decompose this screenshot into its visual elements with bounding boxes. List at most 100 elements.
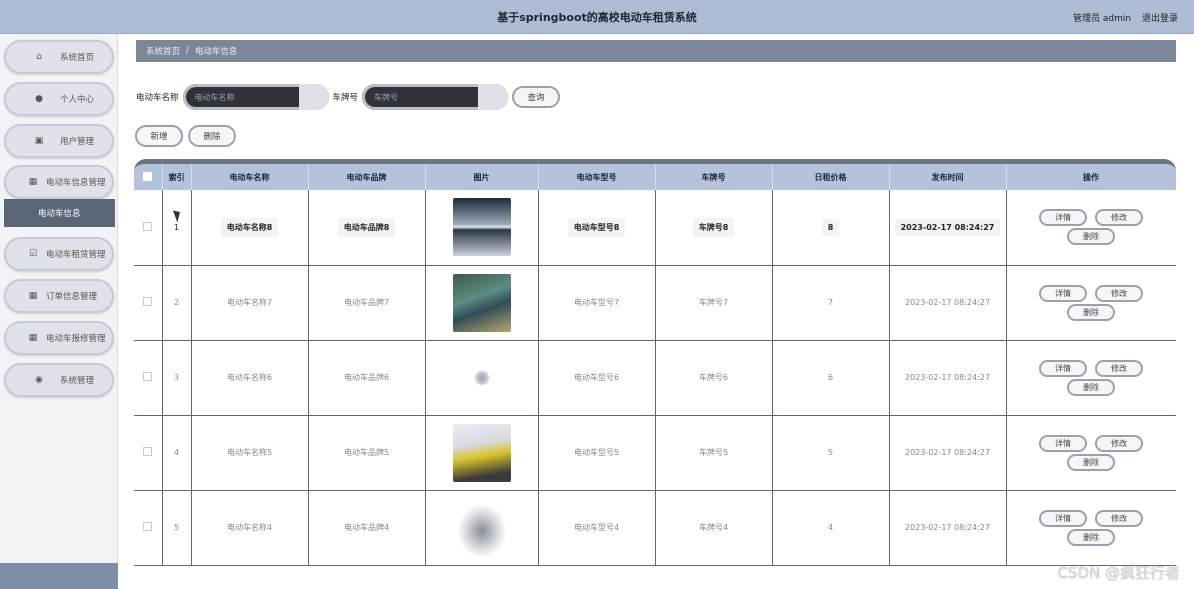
model-cell: 电动车型号6: [538, 340, 656, 416]
edit-button[interactable]: 修改: [1095, 284, 1143, 302]
column-header: 电动车名称: [191, 164, 309, 190]
grid-icon: ▦: [28, 333, 38, 343]
user-label: 管理员 admin: [1073, 14, 1132, 24]
delete-button[interactable]: 删除: [1067, 228, 1115, 246]
row-checkbox[interactable]: [143, 372, 153, 381]
logout-link[interactable]: 退出登录: [1142, 14, 1178, 24]
sidebar-item-ev-info[interactable]: ▦ 电动车信息管理: [4, 165, 114, 199]
time-value: 2023-02-17 08:24:27: [905, 523, 990, 532]
column-header: 索引: [162, 164, 192, 190]
price-cell: 8: [772, 190, 890, 266]
edit-button[interactable]: 修改: [1095, 509, 1143, 527]
breadcrumb-home[interactable]: 系统首页: [146, 45, 180, 57]
sidebar-item-system[interactable]: ◉ 系统管理: [4, 363, 114, 397]
table-row: 4 电动车名称5 电动车品牌5 电动车型号5 车牌号5 5 2023-02-17 08:24…: [134, 415, 1176, 491]
column-header: 图片: [425, 164, 539, 190]
row-select-cell: [134, 490, 163, 566]
name-search-input[interactable]: 电动车名称: [182, 84, 329, 110]
row-actions: 详情 修改 删除: [1007, 359, 1176, 396]
sidebar-item-label: 电动车租赁管理: [46, 250, 106, 260]
delete-button[interactable]: 删除: [1067, 378, 1115, 396]
sidebar-item-label: 个人中心: [60, 95, 95, 105]
price-value: 4: [827, 523, 834, 532]
breadcrumb-separator: /: [186, 46, 189, 56]
silver-car-image: [452, 198, 511, 257]
image-cell: [425, 190, 539, 266]
sidebar: ⌂ 系统首页 ● 个人中心 ▣ 用户管理 ▦ 电动车信息管理 电动车信息 ☑ 电…: [0, 34, 118, 589]
column-header: 日租价格: [772, 164, 890, 190]
row-checkbox[interactable]: [143, 447, 153, 456]
sidebar-item-ev-rental[interactable]: ☑ 电动车租赁管理: [4, 237, 114, 271]
row-actions: 详情 修改 删除: [1007, 509, 1176, 546]
sidebar-item-users[interactable]: ▣ 用户管理: [4, 124, 114, 158]
row-select-cell: [134, 415, 163, 491]
detail-button[interactable]: 详情: [1039, 359, 1087, 377]
sidebar-item-repair[interactable]: ▦ 电动车报修管理: [4, 321, 114, 355]
model-value: 电动车型号4: [573, 523, 620, 532]
time-cell: 2023-02-17 08:24:27: [889, 265, 1007, 341]
edit-button[interactable]: 修改: [1095, 209, 1143, 227]
submenu-item-ev-info[interactable]: 电动车信息: [4, 199, 115, 227]
detail-button[interactable]: 详情: [1039, 284, 1087, 302]
sidebar-item-label: 电动车报修管理: [46, 334, 106, 344]
delete-button[interactable]: 删除: [1067, 528, 1115, 546]
plate-search-input[interactable]: 车牌号: [362, 84, 509, 110]
delete-button[interactable]: 删除: [1067, 453, 1115, 471]
row-checkbox[interactable]: [143, 221, 153, 231]
time-cell: 2023-02-17 08:24:27: [889, 190, 1007, 266]
sidebar-item-profile[interactable]: ● 个人中心: [4, 82, 114, 116]
query-button[interactable]: 查询: [512, 86, 561, 108]
grid-icon: ▦: [28, 177, 38, 187]
add-button[interactable]: 新增: [135, 125, 183, 147]
plate-search-placeholder: 车牌号: [374, 93, 399, 102]
brand-cell: 电动车品牌6: [308, 340, 426, 416]
detail-button[interactable]: 详情: [1039, 434, 1087, 452]
plate-cell: 车牌号7: [655, 265, 773, 341]
home-icon: ⌂: [36, 52, 42, 62]
detail-button[interactable]: 详情: [1039, 209, 1087, 227]
sidebar-item-home[interactable]: ⌂ 系统首页: [4, 40, 114, 74]
row-checkbox[interactable]: [143, 522, 153, 531]
price-cell: 6: [772, 340, 890, 416]
image-cell: [425, 265, 539, 341]
plate-cell: 车牌号8: [655, 190, 773, 266]
row-actions: 详情 修改 删除: [1007, 284, 1176, 321]
row-select-cell: [134, 340, 163, 416]
batch-delete-button[interactable]: 删除: [188, 125, 236, 147]
detail-button[interactable]: 详情: [1039, 509, 1087, 527]
price-value: 5: [827, 448, 834, 457]
edit-button[interactable]: 修改: [1095, 434, 1143, 452]
sidebar-item-orders[interactable]: ▦ 订单信息管理: [4, 279, 114, 313]
location-icon: ◉: [35, 375, 43, 385]
brand-value: 电动车品牌4: [343, 523, 390, 532]
edit-button[interactable]: 修改: [1095, 359, 1143, 377]
name-cell: 电动车名称8: [191, 190, 309, 266]
model-value: 电动车型号6: [573, 373, 620, 382]
index-cell: 4: [162, 415, 192, 491]
operations-cell: 详情 修改 删除: [1006, 340, 1176, 416]
plate-value: 车牌号8: [692, 217, 735, 237]
row-checkbox[interactable]: [143, 297, 153, 306]
name-filter-label: 电动车名称: [136, 93, 179, 103]
operations-cell: 详情 修改 删除: [1006, 415, 1176, 491]
name-value: 电动车名称8: [220, 217, 279, 237]
row-actions: 详情 修改 删除: [1007, 209, 1176, 246]
plate-cell: 车牌号6: [655, 340, 773, 416]
brand-value: 电动车品牌6: [343, 373, 390, 382]
green-car-image: [452, 273, 511, 332]
watermark: CSDN @疯狂行者: [1057, 564, 1180, 582]
index-cell: 2: [162, 265, 192, 341]
model-cell: 电动车型号8: [538, 190, 656, 266]
select-all-checkbox[interactable]: [143, 171, 153, 181]
name-cell: 电动车名称7: [191, 265, 309, 341]
name-search-placeholder: 电动车名称: [194, 93, 235, 102]
app-title: 基于springboot的高校电动车租赁系统: [497, 11, 697, 24]
grid-icon: ▦: [28, 291, 38, 301]
delete-button[interactable]: 删除: [1067, 303, 1115, 321]
image-cell: [425, 490, 539, 566]
brand-value: 电动车品牌8: [337, 217, 396, 237]
row-select-cell: [134, 190, 163, 266]
price-value: 7: [827, 298, 834, 307]
model-value: 电动车型号8: [567, 217, 626, 237]
table-row: 3 电动车名称6 电动车品牌6 电动车型号6 车牌号6 6 2023-02-17 08:24…: [134, 340, 1176, 416]
